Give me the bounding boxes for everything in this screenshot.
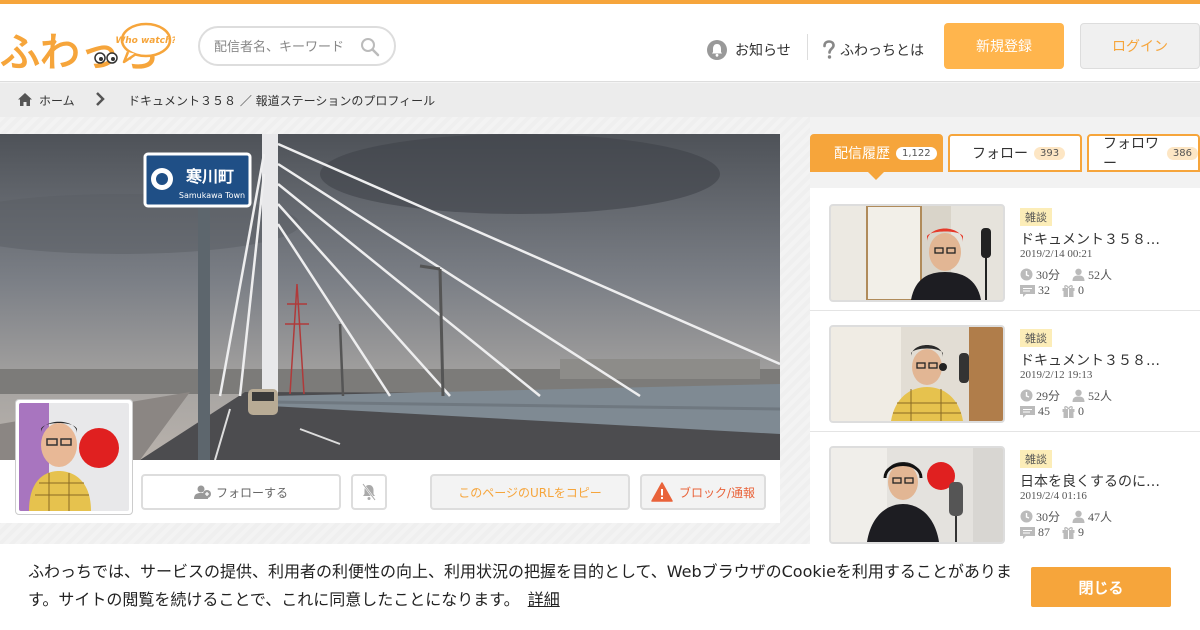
broadcast-thumbnail[interactable] xyxy=(829,204,1005,302)
gift-icon xyxy=(1062,285,1075,297)
nav-about[interactable]: ふわっちとは xyxy=(822,38,924,62)
search-input[interactable] xyxy=(214,37,354,57)
clock-icon xyxy=(1020,389,1033,402)
broadcast-thumbnail[interactable] xyxy=(829,446,1005,544)
user-icon xyxy=(1072,268,1085,281)
site-header: ふわっち Who watch? お知らせ ふわっちとは xyxy=(0,4,1200,82)
sign-sub: Samukawa Town xyxy=(179,191,245,200)
tab-count: 1,122 xyxy=(896,146,937,160)
search-box xyxy=(198,26,396,66)
gifts-value: 9 xyxy=(1078,525,1084,539)
viewers: 52人 xyxy=(1072,266,1112,283)
tab-label: フォロー xyxy=(972,146,1028,162)
tab-label: 配信履歴 xyxy=(834,146,890,162)
tab-broadcast-history[interactable]: 配信履歴 1,122 xyxy=(810,134,943,172)
comments-value: 87 xyxy=(1038,525,1050,539)
duration-value: 30分 xyxy=(1036,510,1061,524)
gifts-value: 0 xyxy=(1078,283,1084,297)
breadcrumb-current: ドキュメント３５８ ／ 報道ステーションのプロフィール xyxy=(128,94,436,108)
cookie-details-link[interactable]: 詳細 xyxy=(528,590,560,609)
site-logo[interactable]: ふわっち Who watch? xyxy=(0,14,177,76)
warning-icon xyxy=(651,482,673,502)
home-icon[interactable] xyxy=(17,92,33,107)
notify-toggle-button[interactable] xyxy=(351,474,387,510)
clock-icon xyxy=(1020,268,1033,281)
tab-followers[interactable]: フォロワー 386 xyxy=(1087,134,1200,172)
broadcast-title[interactable]: ドキュメント３５８… xyxy=(1020,350,1160,370)
duration-value: 30分 xyxy=(1036,268,1061,282)
follow-button[interactable]: フォローする xyxy=(141,474,341,510)
gifts-value: 0 xyxy=(1078,404,1084,418)
cookie-text: ふわっちでは、サービスの提供、利用者の利便性の向上、利用状況の把握を目的として、… xyxy=(28,562,1012,609)
user-icon xyxy=(1072,510,1085,523)
bell-off-icon xyxy=(362,483,376,501)
block-report-label: ブロック/通報 xyxy=(678,485,756,500)
tab-count: 386 xyxy=(1166,146,1198,160)
broadcast-date: 2019/2/12 19:13 xyxy=(1020,369,1093,381)
duration: 29分 xyxy=(1020,387,1060,404)
nav-about-label: ふわっちとは xyxy=(840,43,924,59)
gifts: 0 xyxy=(1062,404,1084,419)
nav-news[interactable]: お知らせ xyxy=(707,38,791,62)
broadcast-date: 2019/2/14 00:21 xyxy=(1020,248,1093,260)
copy-url-button[interactable]: このページのURLをコピー xyxy=(430,474,630,510)
cookie-close-button[interactable]: 閉じる xyxy=(1031,567,1171,607)
cookie-banner: ふわっちでは、サービスの提供、利用者の利便性の向上、利用状況の把握を目的として、… xyxy=(0,544,1200,630)
gift-icon xyxy=(1062,406,1075,418)
broadcast-title[interactable]: ドキュメント３５８… xyxy=(1020,229,1160,249)
login-button[interactable]: ログイン xyxy=(1080,23,1200,69)
comment-icon xyxy=(1020,526,1035,539)
comments: 87 xyxy=(1020,525,1050,540)
breadcrumb-home[interactable]: ホーム xyxy=(39,92,75,109)
comments: 45 xyxy=(1020,404,1050,419)
bell-icon xyxy=(707,40,727,60)
tab-label: フォロワー xyxy=(1103,136,1159,172)
comments-value: 32 xyxy=(1038,283,1050,297)
clock-icon xyxy=(1020,510,1033,523)
viewers: 47人 xyxy=(1072,508,1112,525)
category-tag: 雑談 xyxy=(1020,450,1052,468)
breadcrumb: ホーム ドキュメント３５８ ／ 報道ステーションのプロフィール xyxy=(0,83,1200,117)
viewers: 52人 xyxy=(1072,387,1112,404)
broadcast-date: 2019/2/4 01:16 xyxy=(1020,490,1087,502)
broadcast-thumbnail[interactable] xyxy=(829,325,1005,423)
broadcast-item[interactable]: 雑談 ドキュメント３５８… 2019/2/12 19:13 29分 52人 45… xyxy=(810,311,1200,432)
block-report-button[interactable]: ブロック/通報 xyxy=(640,474,766,510)
comments-value: 45 xyxy=(1038,404,1050,418)
nav-divider xyxy=(807,34,808,60)
category-tag: 雑談 xyxy=(1020,208,1052,226)
gift-icon xyxy=(1062,527,1075,539)
register-button[interactable]: 新規登録 xyxy=(944,23,1064,69)
comments: 32 xyxy=(1020,283,1050,298)
comment-icon xyxy=(1020,405,1035,418)
nav-news-label: お知らせ xyxy=(735,43,791,59)
logo-sub: Who watch? xyxy=(115,36,175,46)
gifts: 0 xyxy=(1062,283,1084,298)
tab-following[interactable]: フォロー 393 xyxy=(948,134,1082,172)
add-user-icon xyxy=(193,485,211,499)
duration-value: 29分 xyxy=(1036,389,1061,403)
search-icon[interactable] xyxy=(360,37,380,57)
active-tab-pointer xyxy=(868,172,884,180)
viewers-value: 47人 xyxy=(1088,510,1113,524)
duration: 30分 xyxy=(1020,266,1060,283)
sign-text: 寒川町 xyxy=(185,167,234,186)
broadcast-title[interactable]: 日本を良くするのに… xyxy=(1020,471,1160,491)
broadcast-item[interactable]: 雑談 ドキュメント３５８… 2019/2/14 00:21 30分 52人 32… xyxy=(810,190,1200,311)
comment-icon xyxy=(1020,284,1035,297)
cookie-message: ふわっちでは、サービスの提供、利用者の利便性の向上、利用状況の把握を目的として、… xyxy=(28,558,1018,614)
avatar[interactable] xyxy=(19,403,129,511)
user-icon xyxy=(1072,389,1085,402)
tab-count: 393 xyxy=(1034,146,1066,160)
chevron-right-icon xyxy=(96,92,105,106)
follow-button-label: フォローする xyxy=(215,485,288,500)
question-icon xyxy=(823,40,835,59)
duration: 30分 xyxy=(1020,508,1060,525)
viewers-value: 52人 xyxy=(1088,268,1113,282)
broadcast-item[interactable]: 雑談 日本を良くするのに… 2019/2/4 01:16 30分 47人 87 … xyxy=(810,432,1200,553)
viewers-value: 52人 xyxy=(1088,389,1113,403)
gifts: 9 xyxy=(1062,525,1084,540)
avatar-frame xyxy=(15,399,133,515)
category-tag: 雑談 xyxy=(1020,329,1052,347)
